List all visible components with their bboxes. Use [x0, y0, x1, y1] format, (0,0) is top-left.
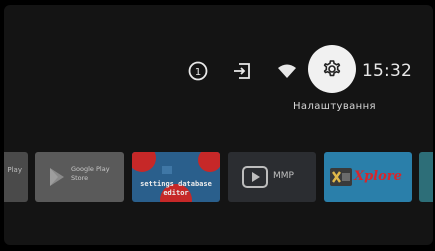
- play-icon: [242, 166, 268, 188]
- input-source-icon: [234, 63, 250, 79]
- google-play-icon: [50, 168, 64, 186]
- app-tile-next-partial[interactable]: [419, 152, 433, 202]
- notifications-button[interactable]: 1: [185, 58, 211, 84]
- app-tile-xplore[interactable]: Xplore: [324, 152, 412, 202]
- settings-icon: [323, 60, 341, 77]
- app-tile-google-play-store[interactable]: Google Play Store: [35, 152, 124, 202]
- app-label: Play: [7, 166, 22, 174]
- clock: 15:32: [362, 61, 412, 81]
- app-label: settings database editor: [140, 180, 212, 197]
- settings-button[interactable]: [308, 45, 356, 93]
- app-label: Google Play Store: [71, 165, 110, 182]
- wifi-icon: [278, 64, 296, 78]
- input-source-button[interactable]: [229, 58, 255, 84]
- settings-tooltip: Налаштування: [293, 101, 376, 112]
- apps-row: Play Google Play Store settings database…: [4, 152, 433, 202]
- notification-count-icon: 1: [188, 61, 208, 81]
- svg-text:1: 1: [195, 67, 201, 78]
- wifi-button[interactable]: [274, 58, 300, 84]
- status-bar: 1 15:32 Налаштування: [4, 5, 433, 125]
- app-label: Xplore: [354, 169, 402, 184]
- app-tile-play-partial[interactable]: Play: [4, 152, 28, 202]
- xplore-logo-icon: [330, 168, 352, 186]
- app-label: MMP: [273, 171, 294, 181]
- app-tile-mmp[interactable]: MMP: [228, 152, 316, 202]
- tv-home-screen: 1 15:32 Налаштування Play Google Play St…: [4, 5, 433, 245]
- app-tile-settings-database-editor[interactable]: settings database editor: [132, 152, 220, 202]
